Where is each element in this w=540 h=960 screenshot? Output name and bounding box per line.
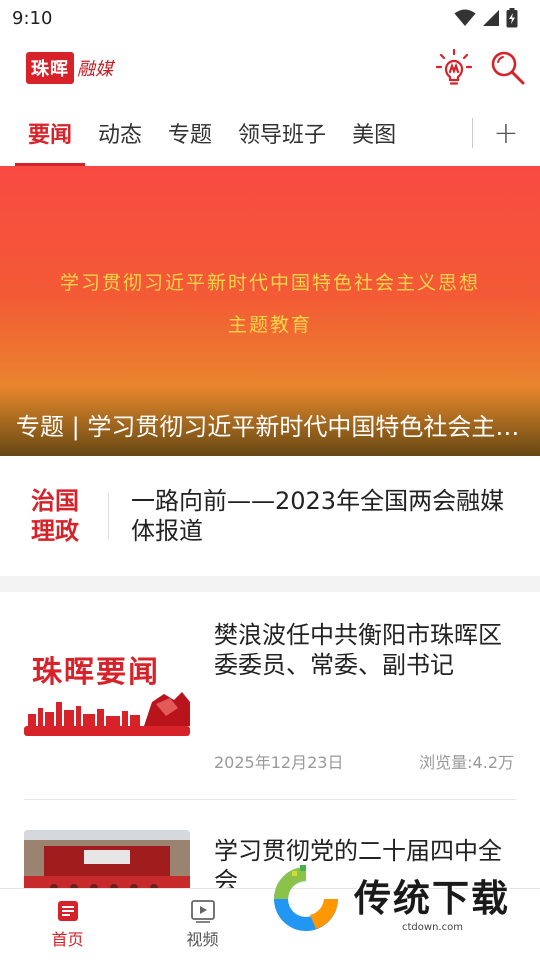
tab-scroll: 要闻 动态 专题 领导班子 美图 (0, 100, 470, 166)
news-thumbnail: 珠晖要闻 (24, 630, 190, 736)
banner-slogan-line1: 学习贯彻习近平新时代中国特色社会主义思想 (59, 272, 480, 294)
feature-badge-line2: 理政 (31, 516, 79, 545)
banner-slogan-line2: 主题教育 (227, 314, 312, 336)
tab-dongtai[interactable]: 动态 (85, 100, 155, 166)
nav-video-label: 视频 (186, 930, 219, 949)
battery-icon (506, 8, 518, 28)
news-date: 2025年12月23日 (214, 753, 344, 772)
search-icon (491, 51, 525, 85)
signal-icon (483, 10, 499, 26)
lightbulb-button[interactable] (434, 46, 474, 90)
tab-yaowen[interactable]: 要闻 (15, 100, 86, 166)
news-meta: 2025年12月23日 浏览量:4.2万 (214, 749, 514, 773)
lightbulb-icon (435, 48, 473, 85)
tab-meitu[interactable]: 美图 (339, 100, 409, 166)
channel-tabs: 要闻 动态 专题 领导班子 美图 + (0, 100, 540, 166)
logo-badge: 珠晖 (26, 52, 74, 84)
watermark-text: 传统下载 (354, 877, 510, 920)
add-channel-button[interactable]: + (473, 100, 539, 166)
watermark-subtext: ctdown.com (402, 922, 463, 933)
nav-video[interactable]: 视频 (135, 889, 270, 960)
tab-zhuanti[interactable]: 专题 (155, 100, 225, 166)
watermark-logo-icon (274, 865, 338, 931)
banner-slogan: 学习贯彻习近平新时代中国特色社会主义思想 主题教育 (0, 262, 540, 346)
status-icons (454, 8, 518, 28)
featured-banner[interactable]: 学习贯彻习近平新时代中国特色社会主义思想 主题教育 专题 | 学习贯彻习近平新时… (0, 166, 540, 456)
nav-home[interactable]: 首页 (0, 889, 135, 960)
tab-lingdao[interactable]: 领导班子 (225, 100, 339, 166)
thumbnail-title: 珠晖要闻 (32, 655, 160, 690)
banner-caption: 专题 | 学习贯彻习近平新时代中国特色社会主义思想主题教育 (16, 413, 522, 441)
news-views: 浏览量:4.2万 (419, 753, 514, 772)
feature-badge-line1: 治国 (31, 486, 79, 515)
watermark: 传统下载 ctdown.com (266, 858, 516, 940)
status-time: 9:10 (12, 7, 53, 29)
search-button[interactable] (488, 46, 528, 90)
feature-title: 一路向前——2023年全国两会融媒体报道 (131, 487, 505, 545)
logo-text: 融媒 (77, 59, 113, 80)
status-bar: 9:10 (0, 0, 540, 36)
nav-home-label: 首页 (51, 930, 84, 949)
news-title: 樊浪波任中共衡阳市珠晖区委委员、常委、副书记 (214, 621, 502, 679)
app-header: 珠晖 融媒 (0, 36, 540, 100)
video-icon (190, 900, 215, 923)
app-logo: 珠晖 融媒 (26, 52, 113, 84)
feature-card[interactable]: 治国 理政 一路向前——2023年全国两会融媒体报道 (0, 456, 540, 576)
feature-divider (108, 493, 109, 539)
wifi-icon (454, 9, 476, 26)
news-thumbnail (24, 830, 190, 892)
news-list: 珠晖要闻 樊浪波任中共衡阳市珠晖区委委员、常委、副书记 2025年12月23日 (0, 592, 540, 892)
header-actions (434, 46, 528, 90)
home-icon (57, 901, 78, 921)
news-item[interactable]: 珠晖要闻 樊浪波任中共衡阳市珠晖区委委员、常委、副书记 2025年12月23日 (24, 592, 516, 800)
feature-badge: 治国 理政 (0, 486, 108, 546)
